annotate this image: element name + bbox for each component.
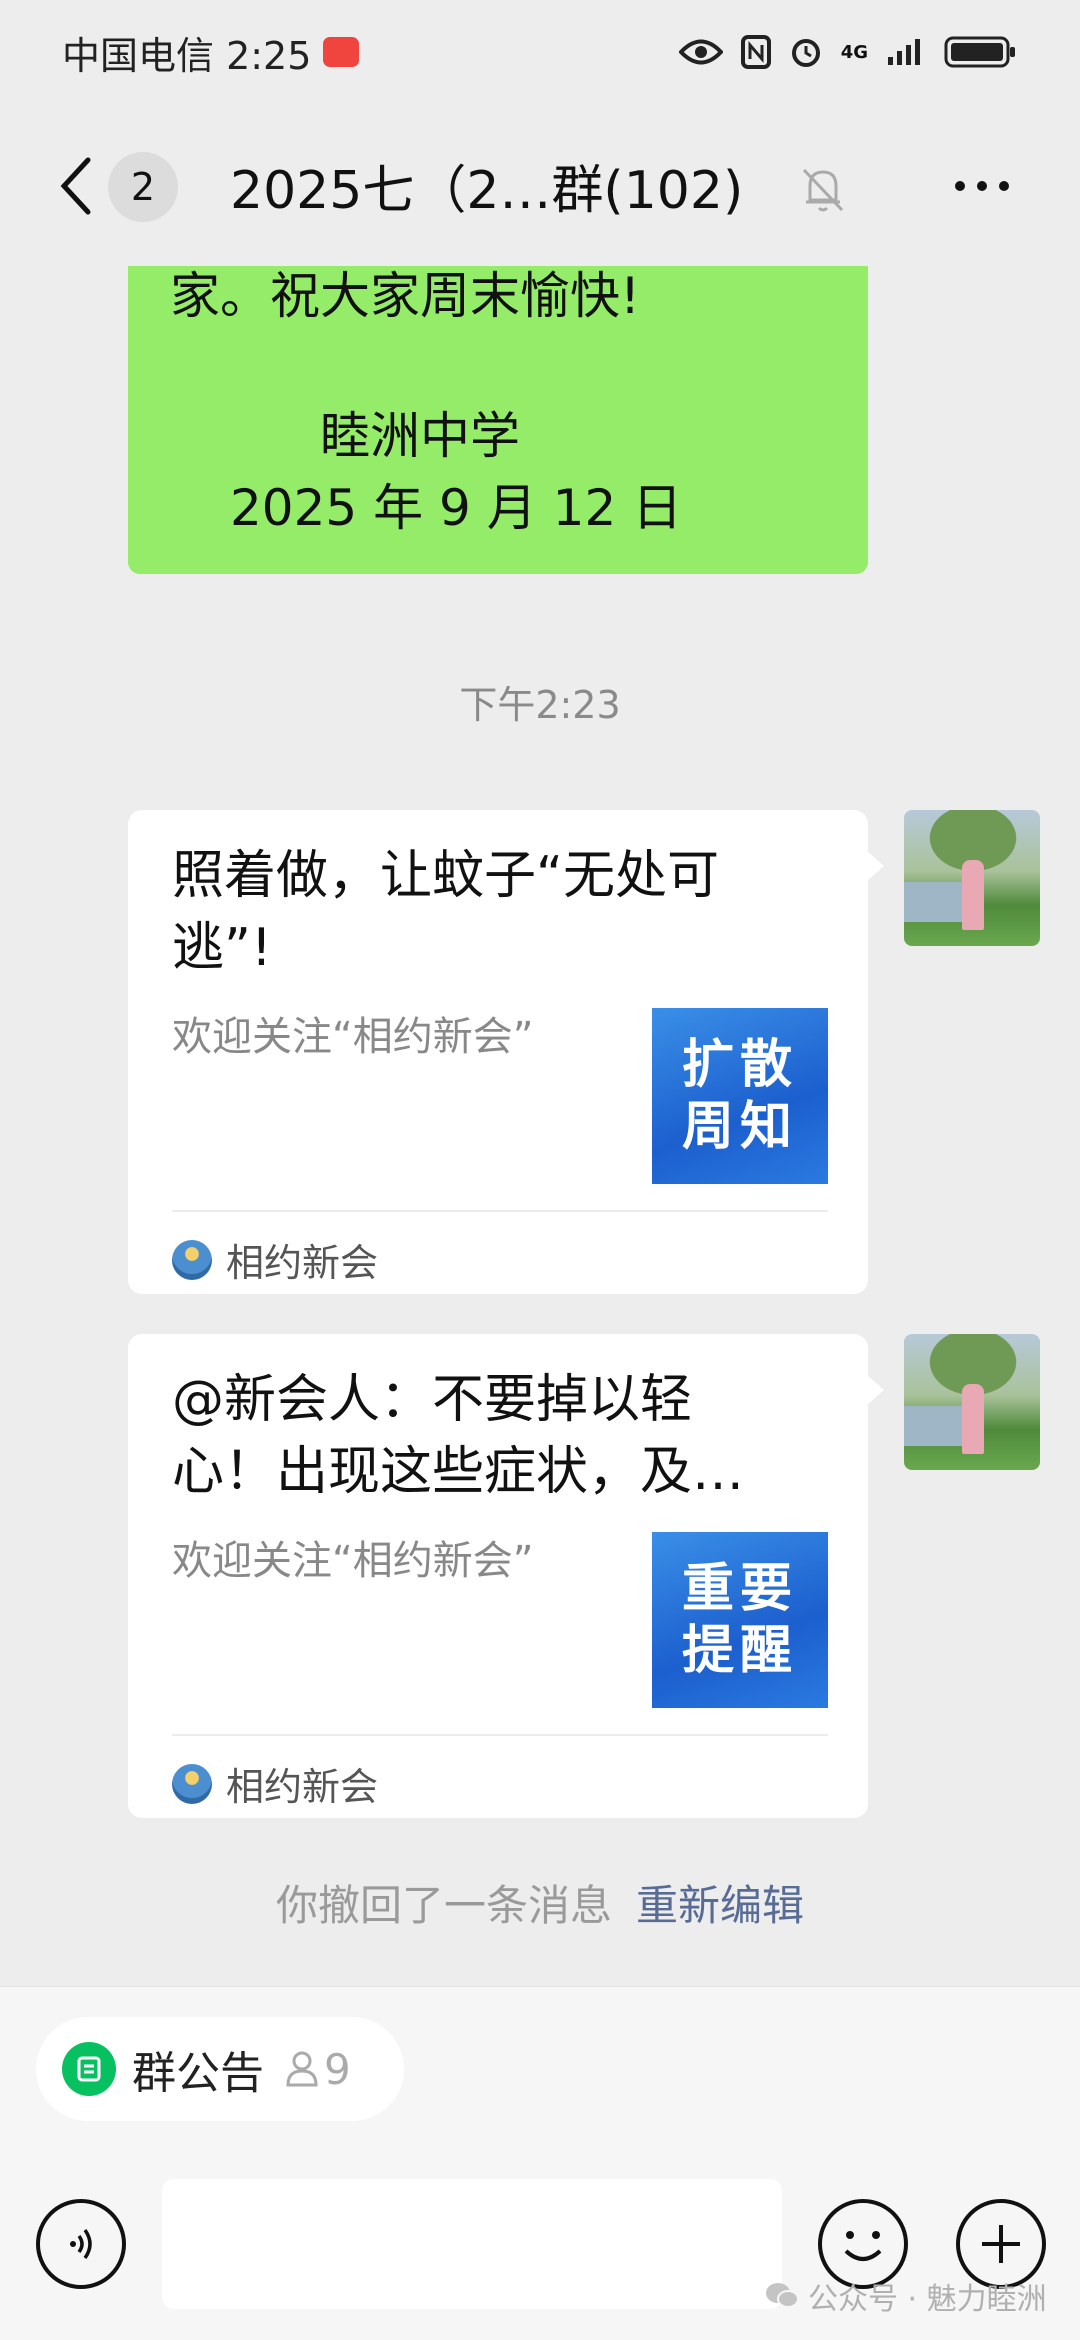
recall-notice: 你撤回了一条消息 重新编辑: [0, 1872, 1080, 1933]
watermark-text: 公众号 · 魅力睦洲: [808, 2282, 1047, 2317]
article-thumbnail: 重要提醒: [652, 1532, 828, 1708]
nfc-icon: [740, 35, 771, 69]
source-name: 相约新会: [226, 1241, 379, 1285]
sent-message-bubble[interactable]: 家。祝大家周末愉快! 睦洲中学 2025 年 9 月 12 日: [128, 266, 868, 574]
divider: [172, 1734, 828, 1736]
smiley-icon: [844, 2231, 882, 2261]
chat-title[interactable]: 2025七（2…群(102): [230, 148, 743, 223]
wechat-logo-icon: [766, 2283, 799, 2308]
reedit-link[interactable]: 重新编辑: [636, 1881, 804, 1930]
carrier-time: 中国电信 2:25: [62, 33, 312, 78]
message-line: 家。祝大家周末愉快!: [170, 267, 641, 325]
status-icons: 4G: [678, 35, 1018, 69]
notice-label: 群公告: [132, 2048, 264, 2099]
unread-count-badge[interactable]: 2: [108, 152, 178, 222]
notice-icon: [62, 2042, 116, 2096]
voice-icon: [70, 2228, 92, 2260]
source-name: 相约新会: [226, 1765, 379, 1809]
official-account-icon: [172, 1239, 212, 1280]
article-source: 相约新会: [172, 1232, 378, 1287]
article-description: 欢迎关注“相约新会”: [172, 1014, 534, 1060]
notice-reader-count: 9: [284, 2045, 351, 2094]
watermark: 公众号 · 魅力睦洲: [764, 2274, 1047, 2318]
article-title: 照着做，让蚊子“无处可逃”!: [172, 846, 719, 978]
article-title: @新会人：不要掉以轻心！出现这些症状，及…: [172, 1370, 745, 1502]
message-signature: 睦洲中学: [320, 407, 520, 465]
more-options-icon[interactable]: [950, 164, 1014, 208]
voice-input-button[interactable]: [36, 2199, 126, 2289]
mute-bell-icon: [802, 168, 844, 212]
network-type: 4G: [840, 41, 868, 63]
notice-count-value: 9: [324, 2044, 351, 2094]
eye-icon: [678, 39, 723, 65]
recall-text: 你撤回了一条消息: [275, 1881, 612, 1930]
thumbnail-text: 扩散周知: [681, 1034, 798, 1157]
message-date: 2025 年 9 月 12 日: [230, 479, 683, 537]
article-card[interactable]: 照着做，让蚊子“无处可逃”! 欢迎关注“相约新会” 扩散周知 相约新会: [128, 810, 884, 1294]
group-notice-button[interactable]: 群公告 9: [36, 2017, 404, 2121]
alarm-icon: [791, 39, 820, 67]
notification-app-icon: [323, 37, 360, 67]
avatar[interactable]: [904, 810, 1040, 946]
avatar[interactable]: [904, 1334, 1040, 1470]
battery-icon: [944, 36, 1015, 68]
article-thumbnail: 扩散周知: [652, 1008, 828, 1184]
person-icon: [286, 2051, 318, 2087]
signal-icon: [888, 39, 920, 65]
time-divider: 下午2:23: [459, 683, 621, 727]
status-bar: 中国电信 2:25 4G: [0, 0, 1080, 104]
article-card[interactable]: @新会人：不要掉以轻心！出现这些症状，及… 欢迎关注“相约新会” 重要提醒 相约…: [128, 1334, 884, 1818]
message-input[interactable]: [162, 2179, 782, 2309]
official-account-icon: [172, 1763, 212, 1804]
article-source: 相约新会: [172, 1756, 378, 1811]
back-arrow-icon[interactable]: [52, 154, 100, 218]
thumbnail-text: 重要提醒: [681, 1558, 798, 1681]
plus-icon: [982, 2225, 1020, 2263]
chat-header: 2 2025七（2…群(102): [0, 104, 1080, 266]
divider: [172, 1210, 828, 1212]
article-description: 欢迎关注“相约新会”: [172, 1538, 534, 1584]
